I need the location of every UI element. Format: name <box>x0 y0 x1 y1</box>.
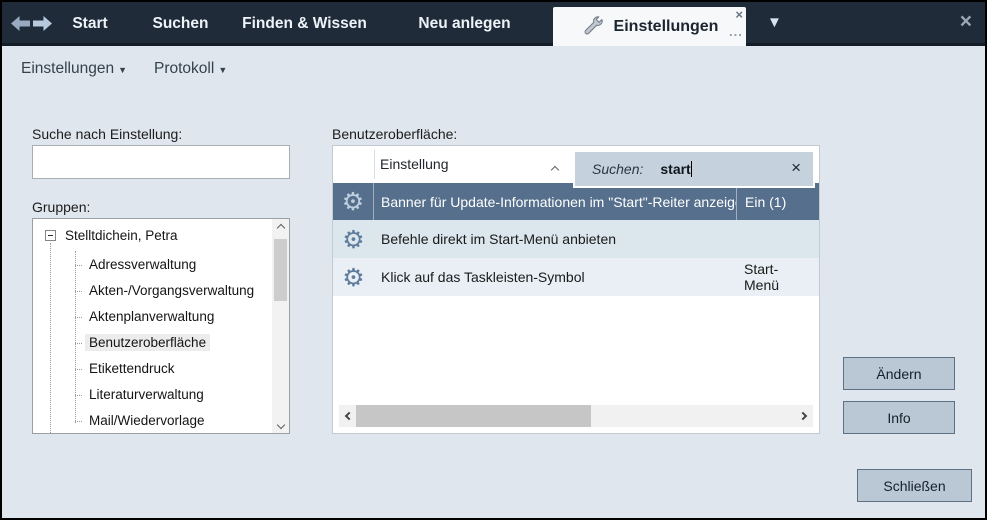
tab-finden-wissen-label: Finden & Wissen <box>242 15 367 33</box>
menu-dropdown-icon: ▼ <box>218 65 227 75</box>
tab-einstellungen-active[interactable]: Einstellungen × <box>553 7 746 46</box>
tree-vertical-scrollbar[interactable] <box>272 219 289 433</box>
tab-close-icon[interactable]: × <box>735 8 743 21</box>
scrollbar-thumb[interactable] <box>356 405 591 427</box>
table-row-selected[interactable]: ⚙ Banner für Update-Informationen im "St… <box>333 183 819 220</box>
tree-stub <box>75 265 82 266</box>
tree-item-etikettendruck[interactable]: Etikettendruck <box>85 360 179 377</box>
menu-einstellungen-label: Einstellungen <box>21 60 114 78</box>
tab-finden-wissen[interactable]: Finden & Wissen <box>233 2 376 46</box>
back-arrow-icon[interactable] <box>11 16 30 31</box>
table-row[interactable]: ⚙ Befehle direkt im Start-Menü anbieten <box>333 220 819 258</box>
tree-item-adressverwaltung[interactable]: Adressverwaltung <box>85 256 200 273</box>
menu-einstellungen[interactable]: Einstellungen ▼ <box>21 60 127 78</box>
tree-stub <box>75 369 82 370</box>
tree-stub <box>75 421 82 422</box>
setting-value: Ein (1) <box>736 183 819 220</box>
settings-window: Start Suchen Finden & Wissen Neu anlegen… <box>0 0 987 520</box>
tree-stub <box>75 395 82 396</box>
search-close-icon[interactable]: × <box>791 159 801 176</box>
table-row[interactable]: ⚙ Klick auf das Taskleisten-Symbol Start… <box>333 258 819 296</box>
tab-neu-anlegen-label: Neu anlegen <box>418 15 510 33</box>
tree-stub <box>75 343 82 344</box>
tree-collapse-icon[interactable] <box>45 230 56 241</box>
tree-item-aktenplanverwaltung[interactable]: Aktenplanverwaltung <box>85 308 218 325</box>
table-horizontal-scrollbar[interactable] <box>339 405 813 427</box>
info-button[interactable]: Info <box>843 401 955 434</box>
column-divider <box>374 150 375 179</box>
setting-name: Banner für Update-Informationen im "Star… <box>374 194 736 210</box>
menu-dropdown-icon: ▼ <box>118 65 127 75</box>
titlebar: Start Suchen Finden & Wissen Neu anlegen… <box>2 2 985 46</box>
table-search-value[interactable]: start <box>660 161 691 177</box>
tree-stub <box>75 291 82 292</box>
groups-label: Gruppen: <box>32 199 90 215</box>
scroll-down-icon[interactable] <box>272 416 289 433</box>
tree-item-benutzeroberflaeche[interactable]: Benutzeroberfläche <box>85 334 210 351</box>
wrench-icon <box>581 15 605 39</box>
tree-root-item[interactable]: Stelltdichein, Petra <box>65 228 178 243</box>
setting-gear-icon: ⚙ <box>333 258 374 296</box>
panel-title: Benutzeroberfläche: <box>332 126 457 142</box>
tab-overflow-dots: ... <box>729 24 743 39</box>
tab-start[interactable]: Start <box>62 2 118 46</box>
tab-dropdown-icon[interactable]: ▼ <box>767 14 782 31</box>
tab-neu-anlegen[interactable]: Neu anlegen <box>418 2 511 46</box>
tab-suchen[interactable]: Suchen <box>147 2 214 46</box>
scroll-right-icon[interactable] <box>793 405 813 427</box>
tree-guide-line <box>50 243 51 433</box>
search-setting-label: Suche nach Einstellung: <box>32 126 182 142</box>
setting-gear-icon: ⚙ <box>333 183 374 220</box>
tree-item-mail-wiedervorlage[interactable]: Mail/Wiedervorlage <box>85 412 209 429</box>
scroll-up-icon[interactable] <box>272 219 289 236</box>
settings-search-input[interactable] <box>32 145 290 179</box>
table-search-overlay[interactable]: Suchen: start × <box>573 150 815 188</box>
window-close-icon[interactable]: × <box>960 11 972 32</box>
setting-name: Klick auf das Taskleisten-Symbol <box>374 269 736 285</box>
column-header-einstellung: Einstellung <box>380 156 449 172</box>
groups-tree: Stelltdichein, Petra Adressverwaltung Ak… <box>32 218 290 434</box>
setting-value: Start-Menü <box>736 258 819 296</box>
aendern-button[interactable]: Ändern <box>843 357 955 390</box>
nav-arrows <box>11 16 52 31</box>
setting-name: Befehle direkt im Start-Menü anbieten <box>374 231 736 247</box>
tab-suchen-label: Suchen <box>153 15 209 33</box>
tree-item-literaturverwaltung[interactable]: Literaturverwaltung <box>85 386 208 403</box>
setting-gear-icon: ⚙ <box>333 220 374 258</box>
menu-protokoll-label: Protokoll <box>154 60 214 78</box>
tree-stub <box>75 317 82 318</box>
table-search-label: Suchen: <box>592 161 643 177</box>
menu-protokoll[interactable]: Protokoll ▼ <box>154 60 227 78</box>
scrollbar-thumb[interactable] <box>274 239 287 301</box>
setting-value <box>736 220 819 258</box>
settings-table: Einstellung Suchen: start × ⚙ Banner für… <box>332 145 820 434</box>
tree-item-akten-vorgangsverwaltung[interactable]: Akten-/Vorgangsverwaltung <box>85 282 258 299</box>
tree-guide-line <box>75 251 76 423</box>
table-search-text: start <box>660 161 690 177</box>
sort-ascending-icon <box>552 160 558 178</box>
menubar: Einstellungen ▼ Protokoll ▼ <box>2 49 985 89</box>
tab-start-label: Start <box>72 15 107 33</box>
tab-einstellungen-label: Einstellungen <box>614 18 719 36</box>
schliessen-button[interactable]: Schließen <box>857 469 972 502</box>
text-cursor <box>691 161 692 177</box>
forward-arrow-icon[interactable] <box>33 16 52 31</box>
